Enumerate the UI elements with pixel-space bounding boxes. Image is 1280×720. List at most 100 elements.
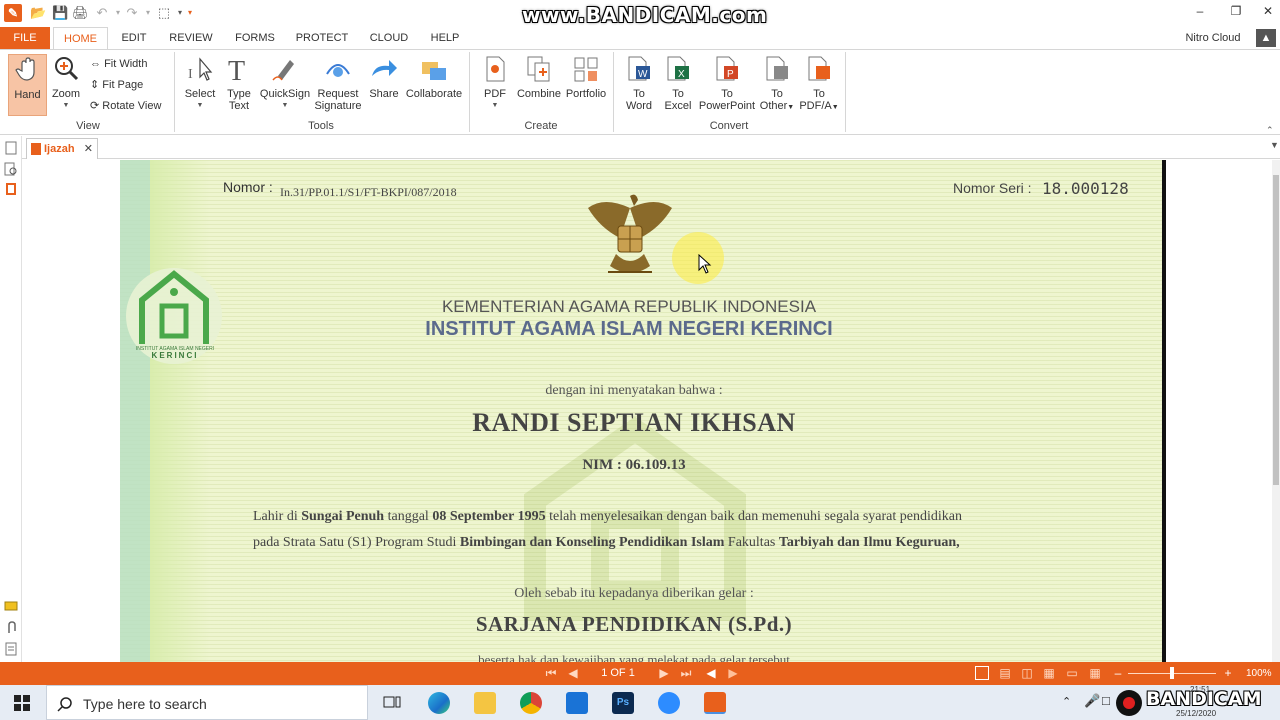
undo-icon[interactable]: ↶ (94, 5, 110, 21)
collapse-ribbon-icon[interactable]: ⌃ (1266, 125, 1274, 136)
cursor-select-icon: I (188, 57, 213, 82)
select-label: Select (184, 88, 216, 100)
share-label: Share (369, 88, 399, 100)
rotate-icon: ⟳ (90, 100, 103, 112)
output-icon[interactable] (4, 642, 18, 656)
to-word-button[interactable]: W To Word (622, 54, 656, 112)
edge-browser-icon[interactable] (428, 692, 450, 714)
document-tab-bar: Ijazah ✕ ▼ (0, 136, 1280, 159)
file-explorer-icon[interactable] (474, 692, 496, 714)
mail-icon[interactable] (566, 692, 588, 714)
comments-icon[interactable] (4, 600, 18, 614)
nitro-cloud-account[interactable]: Nitro Cloud (1180, 27, 1246, 49)
portfolio-button[interactable]: Portfolio (563, 54, 609, 100)
powerpoint-icon: P (716, 56, 738, 81)
to-word-label-2: Word (625, 100, 653, 112)
maximize-button[interactable]: ❐ (1226, 4, 1246, 18)
tab-edit[interactable]: EDIT (115, 27, 153, 49)
print-icon[interactable]: 🖨 (72, 5, 89, 21)
select-button[interactable]: I Select ▼ (182, 54, 218, 112)
minimize-button[interactable]: – (1190, 4, 1210, 18)
request-signature-button[interactable]: Request Signature (312, 54, 364, 112)
open-folder-icon[interactable]: 📂 (30, 5, 46, 21)
continuous-facing-view-icon[interactable]: ▦ (1041, 666, 1057, 681)
user-avatar-icon[interactable]: ▲ (1256, 29, 1276, 47)
background-emblem-watermark (524, 416, 746, 621)
save-icon[interactable]: 💾 (52, 5, 68, 21)
select-tool-icon[interactable]: ⬚ (156, 5, 172, 21)
back-view-icon[interactable]: ◀ (703, 666, 719, 681)
first-page-icon[interactable]: ⏮ (543, 666, 559, 681)
rotate-view-button[interactable]: ⟳ Rotate View (90, 97, 161, 115)
quicksign-pen-icon (272, 60, 294, 81)
zoom-slider-thumb[interactable] (1170, 667, 1174, 679)
zoom-out-icon[interactable]: – (1110, 666, 1126, 681)
taskbar-search-box[interactable]: Type here to search (46, 685, 368, 720)
fullscreen-view-icon[interactable]: ▭ (1064, 666, 1080, 681)
zoom-in-icon[interactable]: + (1220, 666, 1236, 681)
tab-review[interactable]: REVIEW (165, 27, 217, 49)
redo-dropdown-icon[interactable]: ▾ (140, 5, 156, 21)
collaborate-label: Collaborate (405, 88, 463, 100)
last-page-icon[interactable]: ⏭ (678, 666, 694, 681)
forward-view-icon[interactable]: ▶ (725, 666, 741, 681)
show-hidden-icons-icon[interactable]: ⌃ (1062, 695, 1071, 708)
tab-file[interactable]: FILE (0, 27, 50, 49)
single-page-view-icon[interactable] (975, 666, 989, 680)
program-line: pada Strata Satu (S1) Program Studi Bimb… (253, 535, 960, 551)
type-text-button[interactable]: T Type Text (222, 54, 256, 112)
attachments-icon[interactable] (4, 621, 18, 635)
nitro-app-icon[interactable]: ✎ (4, 4, 22, 22)
fit-page-label: Fit Page (102, 79, 144, 91)
collaborate-button[interactable]: Collaborate (404, 54, 464, 100)
create-group-label: Create (524, 120, 558, 132)
tab-cloud[interactable]: CLOUD (364, 27, 414, 49)
photoshop-icon[interactable]: Ps (612, 692, 634, 714)
tab-list-dropdown-icon[interactable]: ▼ (1270, 140, 1279, 150)
microphone-icon[interactable]: 🎤 (1084, 693, 1100, 709)
pages-icon[interactable] (4, 141, 18, 155)
redo-icon[interactable]: ↷ (124, 5, 140, 21)
tab-home[interactable]: HOME (53, 27, 108, 49)
bookmarks-icon[interactable] (4, 182, 18, 196)
tab-forms[interactable]: FORMS (230, 27, 280, 49)
share-button[interactable]: Share (366, 54, 402, 100)
page-indicator[interactable]: 1 OF 1 (596, 667, 640, 679)
combine-button[interactable]: Combine (514, 54, 564, 100)
document-viewport[interactable]: INSTITUT AGAMA ISLAM NEGERI KERINCI Nomo… (22, 160, 1272, 662)
scrollbar-thumb[interactable] (1273, 175, 1279, 485)
task-view-icon[interactable] (383, 695, 401, 711)
convert-group-label: Convert (709, 120, 749, 132)
ribbon: Hand Zoom ▼ ⇔ Fit Width ⇕ Fit Page ⟳ Rot… (0, 49, 1280, 135)
quicksign-button[interactable]: QuickSign ▼ (258, 54, 312, 112)
certificate-page: INSTITUT AGAMA ISLAM NEGERI KERINCI Nomo… (120, 160, 1162, 662)
windows-start-icon[interactable] (14, 695, 30, 711)
search-document-icon[interactable] (4, 162, 18, 176)
previous-page-icon[interactable]: ◀ (565, 666, 581, 681)
to-excel-button[interactable]: X To Excel (661, 54, 695, 112)
fit-page-button[interactable]: ⇕ Fit Page (90, 76, 143, 94)
tab-help[interactable]: HELP (426, 27, 464, 49)
to-pdfa-button[interactable]: To PDF/A▼ (798, 54, 840, 114)
to-other-button[interactable]: To Other▼ (758, 54, 796, 114)
next-page-icon[interactable]: ▶ (656, 666, 672, 681)
close-tab-icon[interactable]: ✕ (84, 139, 93, 159)
document-tab[interactable]: Ijazah ✕ (26, 138, 98, 159)
nitro-taskbar-icon[interactable] (704, 692, 726, 714)
to-powerpoint-button[interactable]: P To PowerPoint (697, 54, 757, 112)
pdf-button[interactable]: PDF ▼ (478, 54, 512, 112)
hand-tool-button[interactable]: Hand (8, 54, 47, 116)
chrome-browser-icon[interactable] (520, 692, 542, 714)
customize-toolbar-icon[interactable]: ▾ (182, 5, 198, 21)
zoom-app-icon[interactable] (658, 692, 680, 714)
close-button[interactable]: ✕ (1258, 4, 1278, 18)
tab-protect[interactable]: PROTECT (292, 27, 352, 49)
facing-view-icon[interactable]: ◫ (1019, 666, 1035, 681)
continuous-view-icon[interactable]: ▤ (997, 666, 1013, 681)
split-view-icon[interactable]: ▦ (1087, 666, 1103, 681)
network-icon[interactable]: □ (1102, 693, 1110, 708)
mouse-pointer-icon (698, 254, 712, 274)
fit-width-button[interactable]: ⇔ Fit Width (90, 55, 147, 73)
zoom-button[interactable]: Zoom ▼ (50, 54, 82, 112)
zoom-level[interactable]: 100% (1246, 668, 1272, 679)
